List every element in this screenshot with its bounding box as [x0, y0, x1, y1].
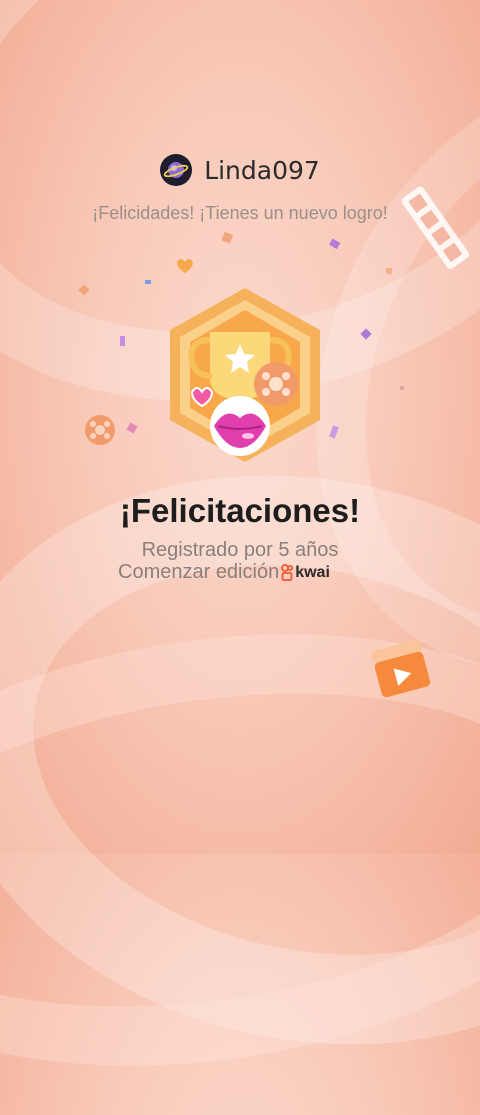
kwai-wordmark: kwai	[295, 563, 330, 581]
achievement-subtitle: ¡Felicidades! ¡Tienes un nuevo logro!	[92, 203, 388, 223]
edition-detail-row: Comenzar edición kwai	[118, 561, 330, 584]
username: Linda097	[204, 155, 320, 185]
user-header: Linda097	[0, 154, 480, 186]
registration-detail: Registrado por 5 años	[141, 539, 339, 561]
kwai-brand: kwai	[281, 564, 330, 582]
trophy-badge-icon	[150, 280, 340, 470]
planet-icon[interactable]	[160, 154, 193, 186]
edition-detail: Comenzar edición	[118, 561, 280, 583]
kwai-logo-icon	[281, 563, 294, 581]
congrats-headline: ¡Felicitaciones!	[119, 492, 361, 529]
